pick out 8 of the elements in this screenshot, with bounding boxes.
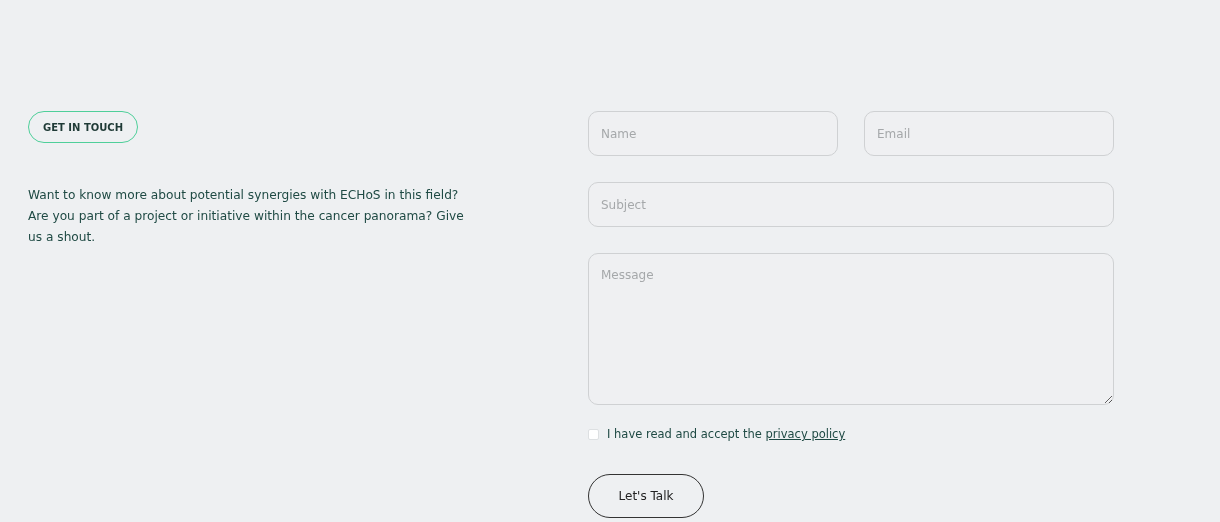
subject-field[interactable]: Subject [588, 182, 1114, 227]
privacy-policy-link[interactable]: privacy policy [765, 427, 846, 441]
consent-checkbox[interactable] [588, 428, 599, 440]
email-field[interactable]: Email [864, 111, 1114, 156]
consent-label: I have read and accept the privacy policy [607, 427, 846, 441]
name-field[interactable]: Name [588, 111, 838, 156]
intro-paragraph: Want to know more about potential synergies with ECHoS in this field? Are you part of a project or initiative within the cancer panorama? Give us a shout. [28, 187, 465, 246]
message-field[interactable]: Message [588, 253, 1114, 405]
